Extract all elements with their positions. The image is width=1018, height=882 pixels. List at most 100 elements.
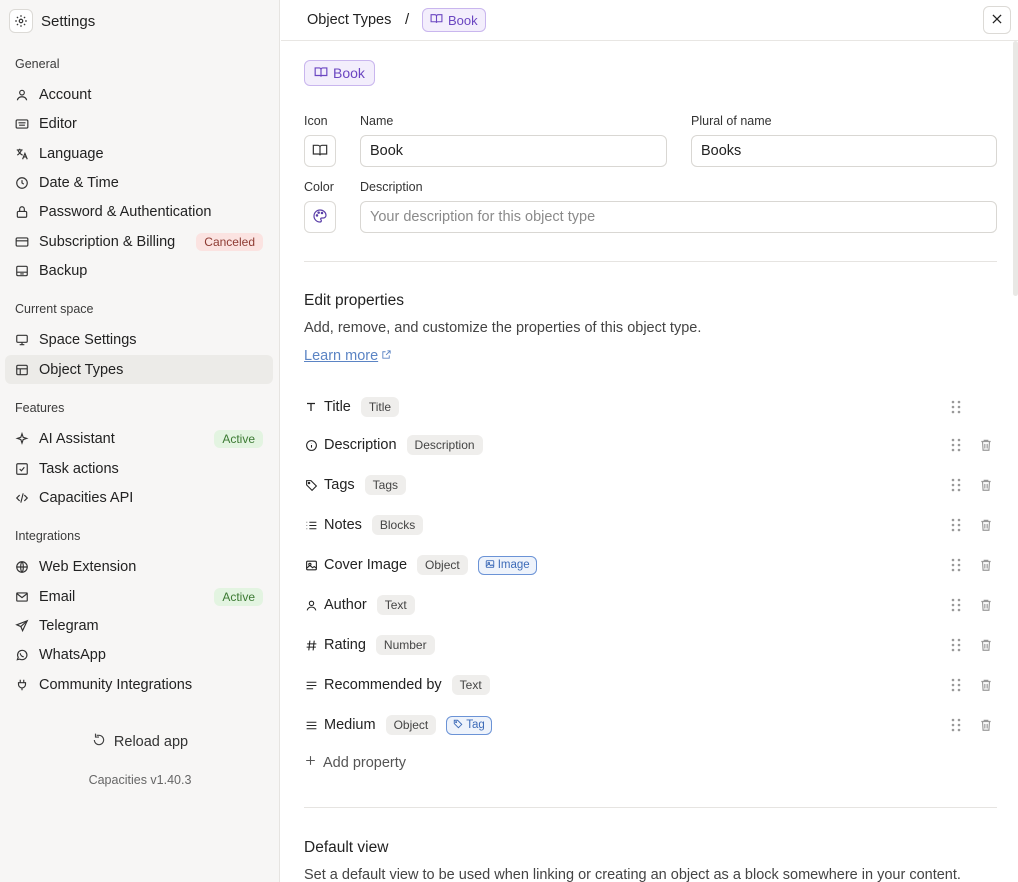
clock-icon <box>15 176 29 190</box>
sidebar-item-subscription[interactable]: Subscription & Billing Canceled <box>5 227 273 256</box>
sidebar-item-web-extension[interactable]: Web Extension <box>5 552 273 581</box>
sidebar-item-datetime[interactable]: Date & Time <box>5 168 273 197</box>
text-title-icon <box>304 400 318 414</box>
sidebar-item-label: Language <box>39 145 104 162</box>
sidebar-item-capacities-api[interactable]: Capacities API <box>5 483 273 512</box>
book-icon <box>312 142 328 161</box>
tag-icon <box>453 719 463 732</box>
image-icon <box>304 558 318 572</box>
sidebar-item-space-settings[interactable]: Space Settings <box>5 325 273 354</box>
property-row-notes[interactable]: Notes Blocks <box>304 511 997 539</box>
property-row-tags[interactable]: Tags Tags <box>304 471 997 499</box>
trash-icon[interactable] <box>979 717 993 733</box>
reload-app-button[interactable]: Reload app <box>0 733 280 751</box>
drag-handle-icon[interactable] <box>950 638 962 652</box>
drag-handle-icon[interactable] <box>950 678 962 692</box>
icon-picker-button[interactable] <box>304 135 336 167</box>
sidebar-item-label: WhatsApp <box>39 646 106 663</box>
drag-handle-icon[interactable] <box>950 518 962 532</box>
drag-handle-icon[interactable] <box>950 400 962 414</box>
drag-handle-icon[interactable] <box>950 598 962 612</box>
whatsapp-icon <box>15 648 29 662</box>
scrollbar[interactable] <box>1013 41 1018 296</box>
translate-icon <box>15 147 29 161</box>
property-row-rating[interactable]: Rating Number <box>304 631 997 659</box>
default-view-description: Set a default view to be used when linki… <box>304 867 961 882</box>
sidebar-item-language[interactable]: Language <box>5 139 273 168</box>
sidebar-item-password[interactable]: Password & Authentication <box>5 197 273 226</box>
property-type-tag: Number <box>375 635 435 655</box>
breadcrumb-separator: / <box>405 11 410 28</box>
sidebar-item-ai-assistant[interactable]: AI Assistant Active <box>5 424 273 453</box>
sidebar-item-account[interactable]: Account <box>5 80 273 109</box>
property-type-tag: Title <box>360 397 400 417</box>
hash-icon <box>304 638 318 652</box>
trash-icon[interactable] <box>979 517 993 533</box>
sidebar-item-task-actions[interactable]: Task actions <box>5 454 273 483</box>
trash-icon[interactable] <box>979 557 993 573</box>
plus-icon <box>304 754 317 771</box>
add-property-button[interactable]: Add property <box>304 754 406 771</box>
settings-sidebar: Settings General Account Editor Language… <box>0 0 280 882</box>
property-name: Rating <box>324 637 366 653</box>
property-type-tag: Blocks <box>371 515 424 535</box>
refresh-icon <box>92 733 106 751</box>
color-label: Color <box>304 180 334 194</box>
book-icon <box>430 12 443 28</box>
property-row-title[interactable]: Title Title <box>304 393 997 421</box>
sidebar-item-community[interactable]: Community Integrations <box>5 670 273 699</box>
drag-handle-icon[interactable] <box>950 438 962 452</box>
sidebar-item-backup[interactable]: Backup <box>5 256 273 285</box>
topbar: Object Types / Book <box>281 0 1018 41</box>
sidebar-item-object-types[interactable]: Object Types <box>5 355 273 384</box>
property-row-author[interactable]: Author Text <box>304 591 997 619</box>
list-icon <box>304 518 318 532</box>
trash-icon[interactable] <box>979 677 993 693</box>
property-row-cover-image[interactable]: Cover Image Object Image <box>304 551 997 579</box>
drag-handle-icon[interactable] <box>950 478 962 492</box>
icon-label: Icon <box>304 114 328 128</box>
sidebar-item-label: AI Assistant <box>39 430 115 447</box>
default-view-heading: Default view <box>304 839 389 856</box>
app-version: Capacities v1.40.3 <box>88 773 192 787</box>
drag-handle-icon[interactable] <box>950 718 962 732</box>
main-content: Book Icon Name Plural of name Color Desc… <box>281 41 1018 882</box>
name-input[interactable] <box>360 135 667 167</box>
property-type-tag: Object <box>417 555 468 575</box>
property-row-medium[interactable]: Medium Object Tag <box>304 711 997 739</box>
section-general: General <box>15 57 60 71</box>
lock-icon <box>15 205 29 219</box>
description-label: Description <box>360 180 423 194</box>
sidebar-item-whatsapp[interactable]: WhatsApp <box>5 640 273 669</box>
property-row-recommended-by[interactable]: Recommended by Text <box>304 671 997 699</box>
section-current-space: Current space <box>15 302 94 316</box>
learn-more-link[interactable]: Learn more <box>304 348 392 364</box>
plural-label: Plural of name <box>691 114 772 128</box>
close-button[interactable] <box>983 6 1011 34</box>
sidebar-item-telegram[interactable]: Telegram <box>5 611 273 640</box>
color-picker-button[interactable] <box>304 201 336 233</box>
linked-type-tag: Image <box>477 555 537 575</box>
sidebar-item-label: Web Extension <box>39 558 137 575</box>
plural-name-input[interactable] <box>691 135 997 167</box>
trash-icon[interactable] <box>979 437 993 453</box>
property-type-tag: Description <box>406 435 483 455</box>
menu-icon <box>304 718 318 732</box>
plug-icon <box>15 678 29 692</box>
description-input[interactable] <box>360 201 997 233</box>
property-row-description[interactable]: Description Description <box>304 431 997 459</box>
book-icon <box>314 65 328 82</box>
breadcrumb-object-types[interactable]: Object Types <box>307 12 391 28</box>
sidebar-item-label: Password & Authentication <box>39 203 212 220</box>
property-type-tag: Object <box>385 715 437 735</box>
trash-icon[interactable] <box>979 637 993 653</box>
sidebar-item-label: Date & Time <box>39 174 119 191</box>
trash-icon[interactable] <box>979 597 993 613</box>
sidebar-item-email[interactable]: Email Active <box>5 582 273 611</box>
external-link-icon <box>381 348 392 364</box>
credit-card-icon <box>15 235 29 249</box>
trash-icon[interactable] <box>979 477 993 493</box>
drag-handle-icon[interactable] <box>950 558 962 572</box>
linked-type-label: Image <box>497 559 530 571</box>
sidebar-item-editor[interactable]: Editor <box>5 109 273 138</box>
